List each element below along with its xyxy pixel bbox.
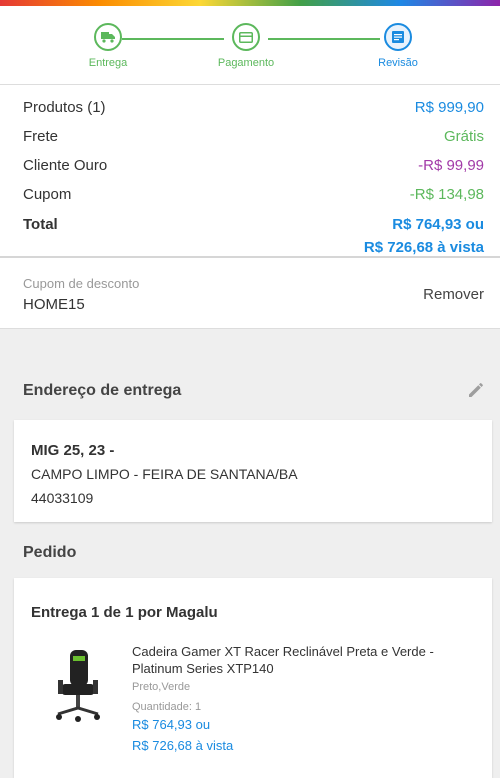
order-summary: Produtos (1) R$ 999,90 Frete Grátis Clie… <box>0 84 500 256</box>
summary-label: Produtos (1) <box>23 99 106 116</box>
summary-label: Cliente Ouro <box>23 157 108 174</box>
summary-label: Frete <box>23 128 59 145</box>
step-label: Pagamento <box>217 57 275 69</box>
address-section-title: Endereço de entrega <box>23 382 182 399</box>
checkout-steps: Entrega Pagamento Revisão <box>0 6 500 84</box>
product-name-line1[interactable]: Cadeira Gamer XT Racer Reclinável Preta … <box>132 644 434 659</box>
truck-icon <box>94 23 122 51</box>
address-line2: CAMPO LIMPO - FEIRA DE SANTANA/BA <box>31 466 298 482</box>
document-icon <box>384 23 412 51</box>
step-entrega[interactable]: Entrega <box>48 23 168 69</box>
delivery-title: Entrega 1 de 1 por Magalu <box>31 604 218 621</box>
coupon-label: Cupom de desconto <box>23 276 140 291</box>
summary-value: -R$ 99,99 <box>418 157 484 174</box>
address-card: MIG 25, 23 - CAMPO LIMPO - FEIRA DE SANT… <box>14 420 492 522</box>
order-section-title: Pedido <box>23 544 77 561</box>
total-value-line2: R$ 726,68 à vista <box>363 239 484 256</box>
summary-value: Grátis <box>443 128 484 145</box>
product-price-line1: R$ 764,93 ou <box>132 717 211 732</box>
card-icon <box>232 23 260 51</box>
summary-value: -R$ 134,98 <box>409 186 484 203</box>
coupon-section: Cupom de desconto HOME15 Remover <box>0 258 500 329</box>
remove-coupon-button[interactable]: Remover <box>423 286 484 303</box>
summary-label: Total <box>23 216 58 233</box>
summary-label: Cupom <box>23 186 72 203</box>
total-value: R$ 764,93 ou R$ 726,68 à vista <box>364 213 484 259</box>
total-value-line1: R$ 764,93 ou <box>392 216 484 233</box>
step-revisao[interactable]: Revisão <box>338 23 458 69</box>
summary-row-cupom: Cupom -R$ 134,98 <box>23 180 484 209</box>
step-label: Entrega <box>88 57 128 69</box>
order-card: Entrega 1 de 1 por Magalu Cadeira Gamer … <box>14 578 492 778</box>
product-price-line2: R$ 726,68 à vista <box>132 738 234 753</box>
summary-row-frete: Frete Grátis <box>23 122 484 151</box>
summary-row-cliente-ouro: Cliente Ouro -R$ 99,99 <box>23 151 484 180</box>
step-label: Revisão <box>378 57 418 69</box>
product-image[interactable] <box>52 648 104 731</box>
step-pagamento[interactable]: Pagamento <box>186 23 306 69</box>
address-line1: MIG 25, 23 - <box>31 442 115 459</box>
address-zip: 44033109 <box>31 490 94 506</box>
coupon-code: HOME15 <box>23 296 85 313</box>
summary-row-produtos: Produtos (1) R$ 999,90 <box>23 93 484 122</box>
product-quantity: Quantidade: 1 <box>132 701 202 713</box>
summary-row-total: Total R$ 764,93 ou R$ 726,68 à vista <box>23 213 484 259</box>
edit-icon[interactable] <box>466 380 486 405</box>
product-name-line2[interactable]: Platinum Series XTP140 <box>132 661 274 676</box>
summary-value: R$ 999,90 <box>414 99 484 116</box>
product-variant: Preto,Verde <box>132 681 191 693</box>
